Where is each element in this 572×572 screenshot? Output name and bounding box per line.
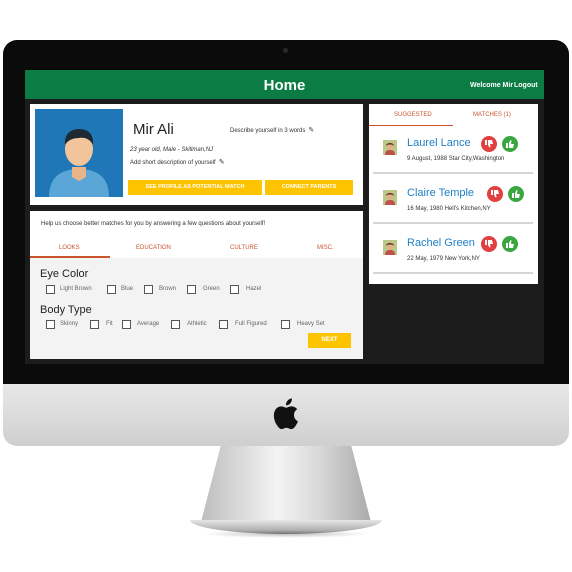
- match-info: 16 May, 1980 Hell's Kitchen,NY: [407, 206, 491, 212]
- body-type-option: Athletic: [187, 321, 207, 327]
- eye-color-title: Eye Color: [40, 268, 89, 280]
- tab-education[interactable]: EDUCATION: [136, 245, 171, 251]
- quiz-body: Eye Color Light Brown Blue Brown Green H…: [30, 258, 363, 359]
- describe-prompt-text: Describe yourself in 3 words: [230, 128, 306, 134]
- profile-name: Mir Ali: [133, 121, 174, 138]
- eye-color-checkbox[interactable]: [107, 285, 116, 294]
- welcome-text: Welcome Mir: [470, 82, 514, 89]
- match-avatar: [383, 190, 397, 205]
- body-type-option: Fit: [106, 321, 113, 327]
- match-name[interactable]: Laurel Lance: [407, 137, 471, 149]
- body-type-option: Full Figured: [235, 321, 267, 327]
- eye-color-checkbox[interactable]: [46, 285, 55, 294]
- quiz-hint: Help us choose better matches for you by…: [41, 221, 266, 227]
- body-type-checkbox[interactable]: [122, 320, 131, 329]
- eye-color-checkbox[interactable]: [187, 285, 196, 294]
- body-type-title: Body Type: [40, 304, 92, 316]
- camera-dot: [283, 48, 288, 53]
- matches-card: SUGGESTED MATCHES (1) Laurel Lance 9 Aug…: [369, 104, 538, 284]
- body-type-option: Skinny: [60, 321, 79, 327]
- monitor-stand: [200, 446, 372, 526]
- thumbs-up-icon[interactable]: [502, 136, 518, 152]
- add-description[interactable]: Add short description of yourself ✎: [130, 158, 225, 166]
- thumbs-up-icon[interactable]: [508, 186, 524, 202]
- body-type-checkbox[interactable]: [281, 320, 290, 329]
- body-type-checkbox[interactable]: [219, 320, 228, 329]
- pencil-icon[interactable]: ✎: [219, 159, 225, 166]
- body-type-checkbox[interactable]: [46, 320, 55, 329]
- eye-color-option: Green: [203, 286, 220, 292]
- describe-prompt[interactable]: Describe yourself in 3 words ✎: [230, 126, 314, 134]
- preferences-card: Help us choose better matches for you by…: [30, 211, 363, 359]
- pencil-icon[interactable]: ✎: [308, 127, 314, 134]
- eye-color-checkbox[interactable]: [144, 285, 153, 294]
- eye-color-option: Brown: [159, 286, 177, 292]
- page-title: Home: [263, 77, 306, 94]
- thumbs-down-icon[interactable]: [481, 236, 497, 252]
- match-avatar: [383, 140, 397, 155]
- eye-color-option: Blue: [121, 286, 134, 292]
- body-type-option: Average: [137, 321, 160, 327]
- eye-color-checkbox[interactable]: [230, 285, 239, 294]
- body-type-option: Heavy Set: [297, 321, 325, 327]
- eye-color-option: Light Brown: [60, 286, 92, 292]
- tab-matches[interactable]: MATCHES (1): [473, 112, 511, 118]
- profile-details: 23 year old, Male - Skillman,NJ: [130, 147, 214, 153]
- next-button[interactable]: NEXT: [308, 333, 351, 348]
- tab-culture[interactable]: CULTURE: [230, 245, 258, 251]
- match-avatar: [383, 240, 397, 255]
- tab-suggested[interactable]: SUGGESTED: [394, 112, 432, 118]
- body-type-checkbox[interactable]: [90, 320, 99, 329]
- apple-logo-icon: [273, 398, 298, 430]
- thumbs-down-icon[interactable]: [487, 186, 503, 202]
- tab-looks[interactable]: LOOKS: [59, 245, 80, 251]
- match-info: 22 May, 1979 New York,NY: [407, 256, 480, 262]
- see-profile-button[interactable]: SEE PROFILE AS POTENTIAL MATCH: [128, 180, 262, 195]
- stand-shadow: [200, 530, 372, 538]
- app-screen: Home Welcome Mir Logout Mir Ali Describe…: [25, 70, 544, 364]
- connect-parents-button[interactable]: CONNECT PARENTS: [265, 180, 353, 195]
- tab-misc[interactable]: MISC.: [317, 245, 334, 251]
- profile-card: Mir Ali Describe yourself in 3 words ✎ 23…: [30, 104, 363, 205]
- body-type-checkbox[interactable]: [171, 320, 180, 329]
- logout-link[interactable]: Logout: [514, 82, 538, 89]
- match-name[interactable]: Rachel Green: [407, 237, 475, 249]
- match-item[interactable]: Rachel Green 22 May, 1979 New York,NY: [373, 228, 533, 274]
- thumbs-down-icon[interactable]: [481, 136, 497, 152]
- match-info: 9 August, 1988 Star City,Washington: [407, 156, 505, 162]
- match-item[interactable]: Laurel Lance 9 August, 1988 Star City,Wa…: [373, 128, 533, 174]
- eye-color-option: Hazel: [246, 286, 262, 292]
- top-navbar: Home Welcome Mir Logout: [25, 70, 544, 99]
- user-avatar-icon: [35, 109, 123, 197]
- thumbs-up-icon[interactable]: [502, 236, 518, 252]
- add-description-text: Add short description of yourself: [130, 160, 216, 166]
- match-item[interactable]: Claire Temple 16 May, 1980 Hell's Kitche…: [373, 178, 533, 224]
- profile-avatar: [35, 109, 123, 197]
- active-tab-indicator: [369, 125, 453, 126]
- match-name[interactable]: Claire Temple: [407, 187, 474, 199]
